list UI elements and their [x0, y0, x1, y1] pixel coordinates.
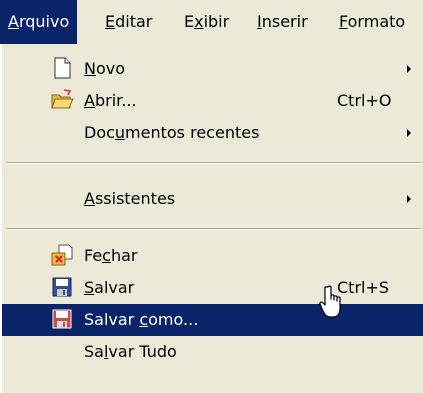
menu-formato-label-post: ormato	[347, 12, 406, 31]
menu-separator	[6, 162, 421, 164]
submenu-arrow-icon	[407, 65, 411, 73]
menu-inserir-label-post: nserir	[261, 12, 308, 31]
save-as-icon	[52, 309, 72, 329]
menu-item-salvar[interactable]: Salvar Ctrl+S	[2, 272, 423, 304]
menu-exibir[interactable]: Exibir	[176, 0, 237, 44]
menu-item-label: Salvar	[84, 278, 135, 297]
menu-inserir[interactable]: Inserir	[249, 0, 316, 44]
menu-formato-accel: F	[339, 12, 348, 31]
menu-exibir-accel: x	[194, 12, 204, 31]
menu-separator	[6, 228, 421, 230]
menu-item-abrir[interactable]: Abrir... Ctrl+O	[2, 85, 423, 117]
arquivo-dropdown-menu: Novo Abrir... Ctrl+O Documentos recentes…	[0, 44, 423, 393]
menu-exibir-label-post: ibir	[203, 12, 230, 31]
menu-item-label: Abrir...	[84, 91, 137, 110]
menu-item-label: Assistentes	[84, 189, 176, 208]
open-folder-icon	[51, 89, 74, 109]
shortcut-label: Ctrl+O	[337, 91, 392, 110]
menu-arquivo-label-post: rquivo	[18, 12, 70, 31]
menu-arquivo[interactable]: Arquivo	[0, 0, 78, 44]
submenu-arrow-icon	[407, 129, 411, 137]
menu-item-salvar-tudo[interactable]: Salvar Tudo	[2, 336, 423, 368]
hand-pointer-cursor-icon	[319, 285, 341, 318]
menu-editar-accel: E	[105, 12, 116, 31]
close-document-icon	[51, 244, 73, 266]
menu-editar[interactable]: Editar	[97, 0, 160, 44]
menu-item-label: Salvar como...	[84, 310, 199, 329]
menu-item-fechar[interactable]: Fechar	[2, 240, 423, 272]
menu-item-documentos-recentes[interactable]: Documentos recentes	[2, 117, 423, 149]
save-icon	[52, 277, 72, 297]
menu-arquivo-accel: A	[8, 12, 19, 31]
menu-exibir-label-pre: E	[184, 12, 195, 31]
menu-item-assistentes[interactable]: Assistentes	[2, 183, 423, 215]
menu-bar: Arquivo Editar Exibir Inserir Formato	[0, 0, 423, 44]
menu-item-label: Salvar Tudo	[84, 342, 177, 361]
submenu-arrow-icon	[407, 195, 411, 203]
menu-item-label: Documentos recentes	[84, 123, 260, 142]
menu-editar-label-post: ditar	[115, 12, 153, 31]
menu-item-label: Novo	[84, 59, 126, 78]
menu-item-salvar-como[interactable]: Salvar como...	[2, 304, 423, 336]
menu-item-novo[interactable]: Novo	[2, 53, 423, 85]
menu-formato[interactable]: Formato	[331, 0, 413, 44]
new-document-icon	[54, 57, 71, 79]
menu-item-label: Fechar	[84, 246, 138, 265]
